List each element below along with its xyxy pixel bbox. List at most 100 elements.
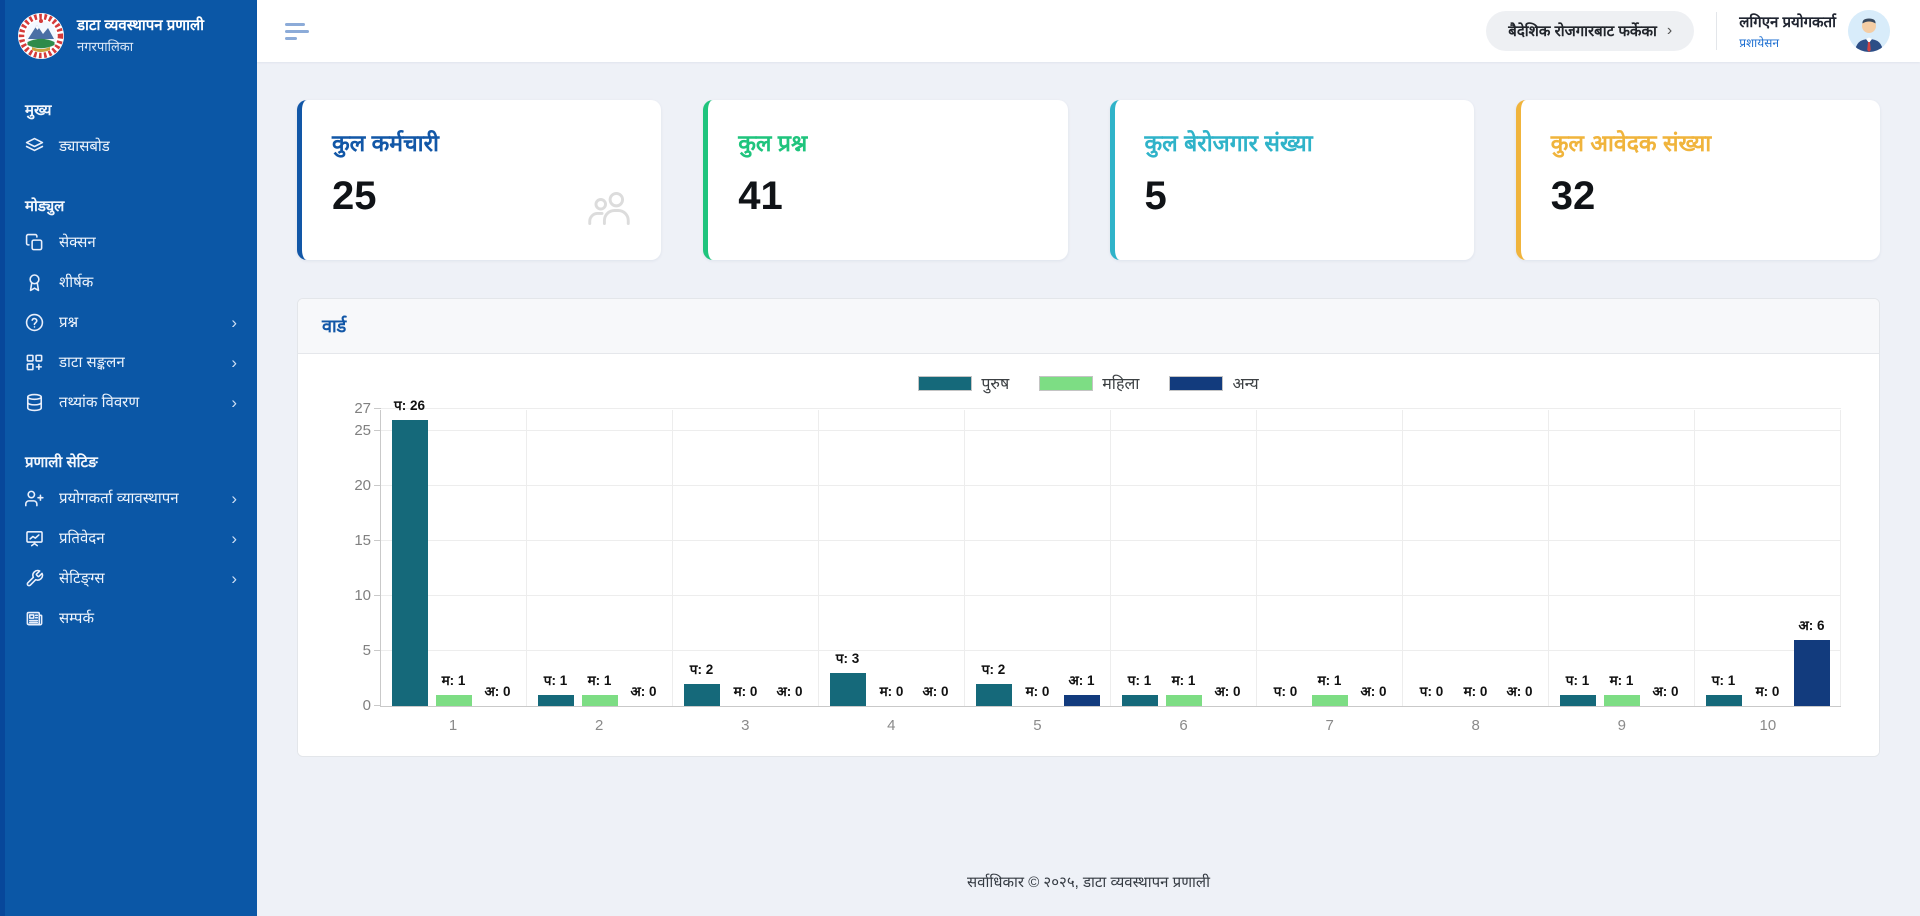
bar-group-ward-7: प: 0म: 1अ: 0 <box>1257 410 1403 706</box>
bar-data-label-male: प: 1 <box>1566 671 1589 689</box>
stat-card-3: कुल बेरोजगार संख्या 5 <box>1110 100 1474 260</box>
bar-group-ward-5: प: 2म: 0अ: 1 <box>965 410 1111 706</box>
chevron-right-icon: › <box>231 530 237 547</box>
bars <box>381 420 526 706</box>
sidebar-item-layers[interactable]: ड्यासबोड <box>5 126 257 166</box>
sidebar-item-database[interactable]: तथ्यांक विवरण› <box>5 382 257 422</box>
bar-data-label-female: म: 1 <box>1610 671 1634 689</box>
sidebar-item-user-plus[interactable]: प्रयोगकर्ता व्यावस्थापन› <box>5 478 257 518</box>
newspaper-icon <box>25 609 44 628</box>
bar-data-label-female: म: 1 <box>1172 671 1196 689</box>
x-axis-label: 4 <box>818 717 964 734</box>
chart-area: 051015202527प: 26म: 1अ: 0प: 1म: 1अ: 0प: … <box>380 410 1841 734</box>
y-axis-label: 5 <box>331 642 371 659</box>
chart-card-header: वार्ड <box>298 299 1879 354</box>
legend-label: महिला <box>1102 372 1139 394</box>
app-subtitle: नगरपालिका <box>77 37 204 55</box>
chart-card-title: वार्ड <box>322 316 346 336</box>
bars <box>1695 640 1840 706</box>
sidebar-section-heading: प्रणाली सेटिङ <box>5 452 257 472</box>
chart-card-body: पुरुषमहिलाअन्य 051015202527प: 26म: 1अ: 0… <box>298 354 1879 756</box>
bar-male <box>1560 695 1596 706</box>
bar-group-ward-8: प: 0म: 0अ: 0 <box>1403 410 1549 706</box>
bar-female <box>1312 695 1348 706</box>
bar-male <box>684 684 720 706</box>
y-tick <box>374 408 381 409</box>
bar-male <box>538 695 574 706</box>
bars <box>819 673 964 706</box>
sidebar-item-wrench[interactable]: सेटिङ्ग्स › <box>5 558 257 598</box>
sidebar-item-presentation-chart[interactable]: प्रतिवेदन › <box>5 518 257 558</box>
bar-data-label-female: म: 0 <box>1464 682 1488 700</box>
y-axis-label: 25 <box>331 422 371 439</box>
bar-data-label-other: अ: 0 <box>1506 682 1532 700</box>
bar-data-label-male: प: 26 <box>394 396 425 414</box>
app-root: डाटा व्यवस्थापन प्रणाली नगरपालिका मुख्यड… <box>0 0 1920 916</box>
x-axis-label: 3 <box>672 717 818 734</box>
bar-group-ward-2: प: 1म: 1अ: 0 <box>527 410 673 706</box>
x-axis-label: 9 <box>1549 717 1695 734</box>
y-tick <box>374 485 381 486</box>
bar-data-label-male: प: 3 <box>836 649 859 667</box>
sidebar-item-grid-plus[interactable]: डाटा सङ्कलन› <box>5 342 257 382</box>
x-axis-label: 8 <box>1403 717 1549 734</box>
wrench-icon <box>25 569 44 588</box>
stat-title: कुल कर्मचारी <box>332 126 631 158</box>
sidebar-item-trophy[interactable]: शीर्षक <box>5 262 257 302</box>
bar-male <box>1122 695 1158 706</box>
legend-swatch-male <box>918 376 972 391</box>
x-axis-label: 5 <box>964 717 1110 734</box>
sidebar-item-question-circle[interactable]: प्रश्न› <box>5 302 257 342</box>
grid-plus-icon <box>25 353 44 372</box>
question-circle-icon <box>25 313 44 332</box>
user-menu[interactable]: लगिएन प्रयोगकर्ता प्रशायेसन <box>1739 10 1890 52</box>
bar-female <box>1604 695 1640 706</box>
bar-data-label-male: प: 1 <box>1128 671 1151 689</box>
x-axis-labels: 12345678910 <box>380 717 1841 734</box>
bar-male <box>392 420 428 706</box>
y-axis-label: 15 <box>331 532 371 549</box>
sidebar-item-label: प्रयोगकर्ता व्यावस्थापन <box>59 488 179 508</box>
stat-title: कुल प्रश्न <box>738 126 1037 158</box>
user-meta: लगिएन प्रयोगकर्ता प्रशायेसन <box>1739 12 1836 51</box>
bar-female <box>1166 695 1202 706</box>
hamburger-menu-icon[interactable] <box>279 17 315 46</box>
bar-group-ward-10: प: 1म: 0अ: 6 <box>1695 410 1841 706</box>
x-axis-label: 2 <box>526 717 672 734</box>
bars <box>965 684 1110 706</box>
user-role: प्रशायेसन <box>1739 34 1836 51</box>
y-tick <box>374 540 381 541</box>
user-plus-icon <box>25 489 44 508</box>
chevron-right-icon: › <box>231 394 237 411</box>
sidebar-nav: मुख्यड्यासबोडमोड्युलसेक्सनशीर्षकप्रश्न›ड… <box>5 100 257 638</box>
bar-data-label-female: म: 1 <box>588 671 612 689</box>
sidebar: डाटा व्यवस्थापन प्रणाली नगरपालिका मुख्यड… <box>0 0 257 916</box>
presentation-chart-icon <box>25 529 44 548</box>
sidebar-item-label: सेटिङ्ग्स <box>59 568 105 588</box>
bar-group-ward-1: प: 26म: 1अ: 0 <box>381 410 527 706</box>
ward-chart-card: वार्ड पुरुषमहिलाअन्य 051015202527प: 26म:… <box>297 298 1880 757</box>
layers-icon <box>25 137 44 156</box>
copy-icon <box>25 233 44 252</box>
x-axis-label: 10 <box>1695 717 1841 734</box>
stat-title: कुल आवेदक संख्या <box>1551 126 1850 158</box>
bar-data-label-female: म: 1 <box>1318 671 1342 689</box>
x-axis-label: 7 <box>1257 717 1403 734</box>
y-tick <box>374 595 381 596</box>
stat-title: कुल बेरोजगार संख्या <box>1145 126 1444 158</box>
user-avatar <box>1848 10 1890 52</box>
copyright-text: सर्वाधिकार © २०२५, डाटा व्यवस्थापन प्रणा… <box>967 874 1210 891</box>
sidebar-item-newspaper[interactable]: सम्पर्क <box>5 598 257 638</box>
chevron-right-icon: › <box>231 314 237 331</box>
sidebar-item-label: प्रतिवेदन <box>59 528 105 548</box>
trophy-icon <box>25 273 44 292</box>
legend-swatch-female <box>1039 376 1093 391</box>
app-title-block: डाटा व्यवस्थापन प्रणाली नगरपालिका <box>77 17 204 56</box>
stat-card-1: कुल कर्मचारी25 <box>297 100 661 260</box>
chevron-right-icon: › <box>231 570 237 587</box>
bar-group-ward-9: प: 1म: 1अ: 0 <box>1549 410 1695 706</box>
foreign-employment-returnees-button[interactable]: बैदेशिक रोजगारबाट फर्केका › <box>1486 11 1694 51</box>
sidebar-item-copy[interactable]: सेक्सन <box>5 222 257 262</box>
stat-value: 5 <box>1145 174 1444 219</box>
bars <box>1549 695 1694 706</box>
